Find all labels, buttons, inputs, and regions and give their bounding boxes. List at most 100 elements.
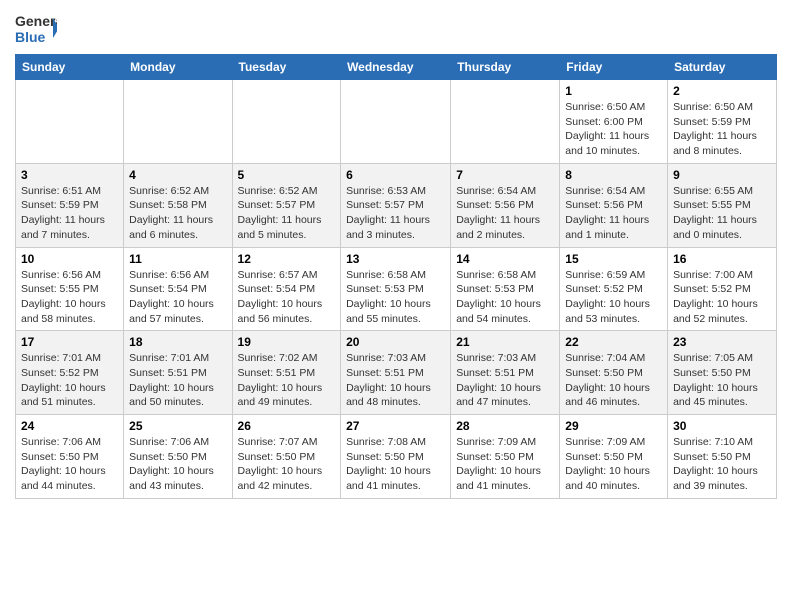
day-info: Sunrise: 7:00 AMSunset: 5:52 PMDaylight:… [673,268,771,327]
day-info: Sunrise: 6:55 AMSunset: 5:55 PMDaylight:… [673,184,771,243]
day-info: Sunrise: 6:57 AMSunset: 5:54 PMDaylight:… [238,268,336,327]
weekday-header-saturday: Saturday [668,55,777,80]
day-number: 20 [346,335,445,349]
calendar-cell [232,80,341,164]
calendar-page: General Blue SundayMondayTuesdayWednesda… [0,0,792,514]
day-number: 15 [565,252,662,266]
calendar-cell: 12 Sunrise: 6:57 AMSunset: 5:54 PMDayligh… [232,247,341,331]
day-number: 22 [565,335,662,349]
week-row-3: 10 Sunrise: 6:56 AMSunset: 5:55 PMDayligh… [16,247,777,331]
day-number: 11 [129,252,226,266]
weekday-header-wednesday: Wednesday [341,55,451,80]
day-info: Sunrise: 7:03 AMSunset: 5:51 PMDaylight:… [346,351,445,410]
day-info: Sunrise: 6:51 AMSunset: 5:59 PMDaylight:… [21,184,118,243]
weekday-header-sunday: Sunday [16,55,124,80]
day-number: 4 [129,168,226,182]
day-info: Sunrise: 7:01 AMSunset: 5:51 PMDaylight:… [129,351,226,410]
day-info: Sunrise: 6:56 AMSunset: 5:55 PMDaylight:… [21,268,118,327]
calendar-cell [124,80,232,164]
calendar-cell: 11 Sunrise: 6:56 AMSunset: 5:54 PMDayligh… [124,247,232,331]
day-info: Sunrise: 6:58 AMSunset: 5:53 PMDaylight:… [456,268,554,327]
calendar-cell: 14 Sunrise: 6:58 AMSunset: 5:53 PMDayligh… [451,247,560,331]
day-info: Sunrise: 7:10 AMSunset: 5:50 PMDaylight:… [673,435,771,494]
day-info: Sunrise: 6:54 AMSunset: 5:56 PMDaylight:… [456,184,554,243]
day-info: Sunrise: 7:06 AMSunset: 5:50 PMDaylight:… [129,435,226,494]
calendar-cell: 10 Sunrise: 6:56 AMSunset: 5:55 PMDayligh… [16,247,124,331]
calendar-cell: 2 Sunrise: 6:50 AMSunset: 5:59 PMDaylight… [668,80,777,164]
calendar-cell: 16 Sunrise: 7:00 AMSunset: 5:52 PMDayligh… [668,247,777,331]
calendar-cell: 9 Sunrise: 6:55 AMSunset: 5:55 PMDaylight… [668,163,777,247]
calendar-cell: 5 Sunrise: 6:52 AMSunset: 5:57 PMDaylight… [232,163,341,247]
calendar-cell: 8Sunrise: 6:54 AMSunset: 5:56 PMDaylight… [560,163,668,247]
day-number: 27 [346,419,445,433]
weekday-header-monday: Monday [124,55,232,80]
calendar-cell: 3Sunrise: 6:51 AMSunset: 5:59 PMDaylight… [16,163,124,247]
day-info: Sunrise: 7:05 AMSunset: 5:50 PMDaylight:… [673,351,771,410]
calendar-cell: 22Sunrise: 7:04 AMSunset: 5:50 PMDayligh… [560,331,668,415]
day-info: Sunrise: 6:58 AMSunset: 5:53 PMDaylight:… [346,268,445,327]
day-info: Sunrise: 7:02 AMSunset: 5:51 PMDaylight:… [238,351,336,410]
week-row-4: 17 Sunrise: 7:01 AMSunset: 5:52 PMDayligh… [16,331,777,415]
calendar-cell: 17 Sunrise: 7:01 AMSunset: 5:52 PMDayligh… [16,331,124,415]
day-number: 8 [565,168,662,182]
week-row-1: 1 Sunrise: 6:50 AMSunset: 6:00 PMDaylight… [16,80,777,164]
day-info: Sunrise: 7:09 AMSunset: 5:50 PMDaylight:… [456,435,554,494]
day-number: 1 [565,84,662,98]
calendar-cell: 28 Sunrise: 7:09 AMSunset: 5:50 PMDayligh… [451,415,560,499]
svg-text:General: General [15,13,57,29]
calendar-cell [451,80,560,164]
calendar-table: SundayMondayTuesdayWednesdayThursdayFrid… [15,54,777,499]
day-info: Sunrise: 6:56 AMSunset: 5:54 PMDaylight:… [129,268,226,327]
calendar-cell: 27Sunrise: 7:08 AMSunset: 5:50 PMDayligh… [341,415,451,499]
day-number: 18 [129,335,226,349]
day-number: 9 [673,168,771,182]
day-number: 21 [456,335,554,349]
day-info: Sunrise: 7:01 AMSunset: 5:52 PMDaylight:… [21,351,118,410]
logo-svg: General Blue [15,10,57,46]
day-number: 14 [456,252,554,266]
day-number: 26 [238,419,336,433]
calendar-cell: 25 Sunrise: 7:06 AMSunset: 5:50 PMDayligh… [124,415,232,499]
calendar-cell: 29 Sunrise: 7:09 AMSunset: 5:50 PMDayligh… [560,415,668,499]
calendar-cell: 19 Sunrise: 7:02 AMSunset: 5:51 PMDayligh… [232,331,341,415]
day-info: Sunrise: 6:52 AMSunset: 5:57 PMDaylight:… [238,184,336,243]
calendar-cell: 20 Sunrise: 7:03 AMSunset: 5:51 PMDayligh… [341,331,451,415]
day-number: 30 [673,419,771,433]
calendar-cell: 24 Sunrise: 7:06 AMSunset: 5:50 PMDayligh… [16,415,124,499]
day-number: 23 [673,335,771,349]
weekday-header-friday: Friday [560,55,668,80]
day-info: Sunrise: 6:50 AMSunset: 5:59 PMDaylight:… [673,100,771,159]
logo: General Blue [15,10,57,46]
calendar-cell [341,80,451,164]
calendar-cell: 4 Sunrise: 6:52 AMSunset: 5:58 PMDaylight… [124,163,232,247]
calendar-cell: 15 Sunrise: 6:59 AMSunset: 5:52 PMDayligh… [560,247,668,331]
day-info: Sunrise: 6:53 AMSunset: 5:57 PMDaylight:… [346,184,445,243]
day-info: Sunrise: 7:09 AMSunset: 5:50 PMDaylight:… [565,435,662,494]
day-number: 12 [238,252,336,266]
day-number: 7 [456,168,554,182]
day-number: 13 [346,252,445,266]
header: General Blue [15,10,777,46]
day-info: Sunrise: 6:50 AMSunset: 6:00 PMDaylight:… [565,100,662,159]
day-number: 24 [21,419,118,433]
calendar-cell: 18 Sunrise: 7:01 AMSunset: 5:51 PMDayligh… [124,331,232,415]
day-number: 28 [456,419,554,433]
day-number: 17 [21,335,118,349]
calendar-cell: 23 Sunrise: 7:05 AMSunset: 5:50 PMDayligh… [668,331,777,415]
calendar-cell: 13 Sunrise: 6:58 AMSunset: 5:53 PMDayligh… [341,247,451,331]
day-number: 2 [673,84,771,98]
calendar-cell: 21 Sunrise: 7:03 AMSunset: 5:51 PMDayligh… [451,331,560,415]
calendar-cell [16,80,124,164]
day-number: 16 [673,252,771,266]
day-number: 25 [129,419,226,433]
day-number: 19 [238,335,336,349]
day-info: Sunrise: 6:52 AMSunset: 5:58 PMDaylight:… [129,184,226,243]
week-row-5: 24 Sunrise: 7:06 AMSunset: 5:50 PMDayligh… [16,415,777,499]
day-number: 10 [21,252,118,266]
day-number: 5 [238,168,336,182]
day-number: 29 [565,419,662,433]
day-number: 6 [346,168,445,182]
day-info: Sunrise: 7:06 AMSunset: 5:50 PMDaylight:… [21,435,118,494]
day-info: Sunrise: 6:59 AMSunset: 5:52 PMDaylight:… [565,268,662,327]
day-info: Sunrise: 7:03 AMSunset: 5:51 PMDaylight:… [456,351,554,410]
